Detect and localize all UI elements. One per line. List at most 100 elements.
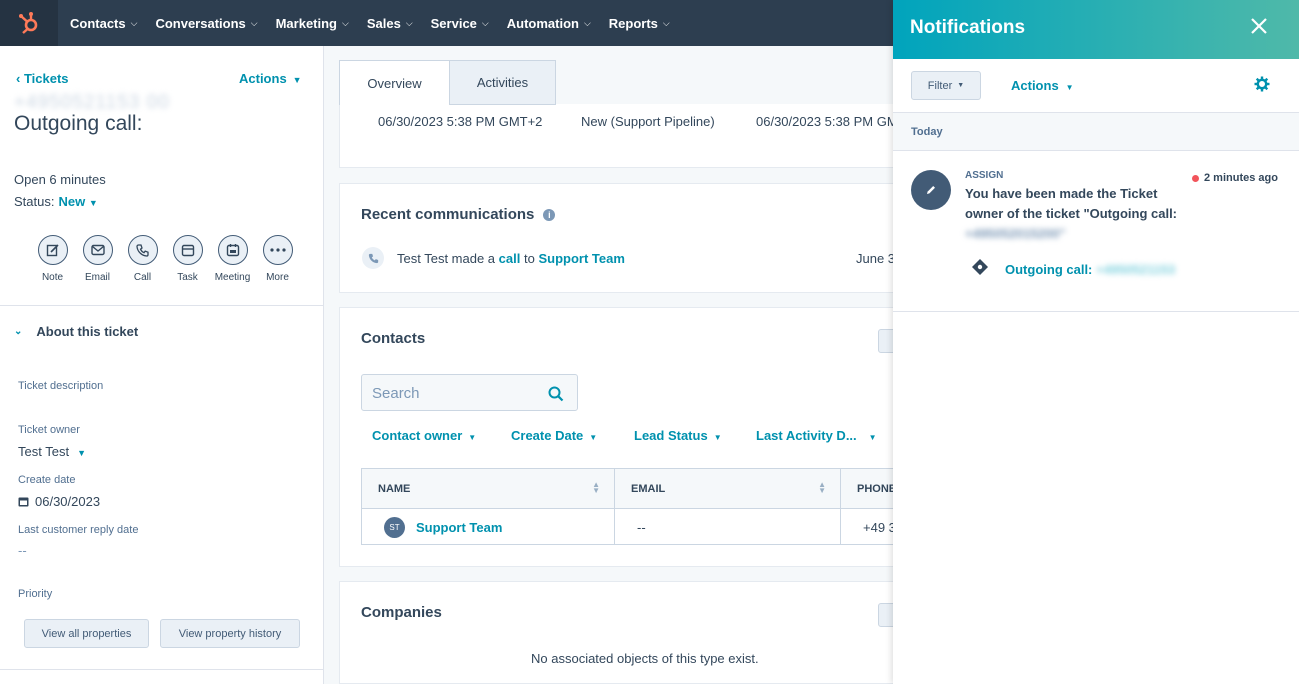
avatar: ST xyxy=(384,516,405,538)
contacts-table: NAME ▲ ▼ EMAIL ▲ ▼ PHONE ST Support Team -- … xyxy=(361,468,901,545)
support-team-link[interactable]: Support Team xyxy=(538,251,624,266)
tab-overview[interactable]: Overview xyxy=(339,60,450,105)
create-date-value: 06/30/2023 xyxy=(35,494,101,509)
nav-marketing[interactable]: Marketing ⌵ xyxy=(276,16,349,31)
filter-lead-status[interactable]: Lead Status ▼ xyxy=(634,428,722,443)
divider xyxy=(0,305,324,306)
filter-contact-owner[interactable]: Contact owner ▼ xyxy=(372,428,476,443)
caret-down-icon: ▼ xyxy=(1065,83,1074,92)
gear-icon[interactable] xyxy=(1254,76,1270,92)
notifications-actions-button[interactable]: Actions ▼ xyxy=(1011,78,1074,93)
caret-down-icon: ▼ xyxy=(957,82,965,89)
meeting-label: Meeting xyxy=(214,272,251,283)
contacts-title: Contacts xyxy=(361,330,426,347)
about-ticket-toggle[interactable]: ⌄ About this ticket xyxy=(14,324,138,339)
nav-automation[interactable]: Automation ⌵ xyxy=(507,16,591,31)
task-icon xyxy=(172,235,203,265)
caret-down-icon: ▼ xyxy=(589,433,598,442)
nav-label: Automation xyxy=(506,15,579,31)
note-icon xyxy=(37,235,68,265)
create-date-label: Create date xyxy=(18,474,76,486)
filter-create-date[interactable]: Create Date ▼ xyxy=(511,428,597,443)
time-label: 2 minutes ago xyxy=(1204,172,1278,184)
nav-contacts[interactable]: Contacts ⌵ xyxy=(70,16,137,31)
more-button[interactable]: More xyxy=(255,235,300,283)
communication-line: Test Test made a call to Support Team xyxy=(397,251,625,266)
filter-last-activity[interactable]: Last Activity D... ▼ xyxy=(756,428,877,443)
status-row: Status: New ▼ xyxy=(14,194,98,209)
notifications-title: Notifications xyxy=(910,17,1026,38)
ticket-owner-dropdown[interactable]: Test Test ▼ xyxy=(18,444,86,459)
communication-to: to xyxy=(523,251,535,266)
status-value: New xyxy=(58,194,86,209)
more-icon xyxy=(262,235,293,265)
chevron-left-icon: ‹ xyxy=(16,71,24,86)
nav-service[interactable]: Service ⌵ xyxy=(431,16,489,31)
recent-communications-title: Recent communications xyxy=(361,206,535,223)
tab-activities[interactable]: Activities xyxy=(450,60,556,105)
nav-reports[interactable]: Reports ⌵ xyxy=(609,16,670,31)
contact-name-link[interactable]: Support Team xyxy=(416,520,502,535)
ticket-owner-value: Test Test xyxy=(18,444,70,459)
nav-label: Conversations xyxy=(155,15,246,31)
view-all-properties-button[interactable]: View all properties xyxy=(24,619,149,648)
divider xyxy=(893,311,1299,312)
notifications-section-header: Today xyxy=(893,112,1299,151)
chevron-down-icon: ⌵ xyxy=(481,17,489,28)
search-icon[interactable] xyxy=(548,386,564,402)
create-date-field[interactable]: 06/30/2023 xyxy=(18,494,100,509)
call-link[interactable]: call xyxy=(499,251,521,266)
summary-pipeline-status: New (Support Pipeline) xyxy=(581,114,715,129)
message-text: You have been made the Ticket owner of t… xyxy=(965,186,1178,221)
summary-modified-date: 06/30/2023 5:38 PM GM xyxy=(756,114,898,129)
ticket-description-label[interactable]: Ticket description xyxy=(18,380,103,392)
summary-card: 06/30/2023 5:38 PM GMT+2 New (Support Pi… xyxy=(339,104,899,168)
task-button[interactable]: Task xyxy=(165,235,210,283)
note-button[interactable]: Note xyxy=(30,235,75,283)
contacts-search-input[interactable]: Search xyxy=(361,374,578,411)
info-icon[interactable]: i xyxy=(543,208,556,221)
caret-down-icon: ▼ xyxy=(88,198,98,208)
ticket-title: Outgoing call: xyxy=(14,112,143,135)
record-tabs: Overview Activities xyxy=(339,60,556,105)
filter-label: Create Date xyxy=(511,428,584,443)
more-label: More xyxy=(266,272,289,283)
nav-label: Service xyxy=(430,15,477,31)
ticket-actions-button[interactable]: Actions ▼ xyxy=(239,71,302,86)
filter-label: Filter xyxy=(927,79,953,92)
status-dropdown[interactable]: New ▼ xyxy=(58,194,97,209)
caret-down-icon: ▼ xyxy=(468,433,477,442)
nav-sales[interactable]: Sales ⌵ xyxy=(367,16,413,31)
notifications-filter-button[interactable]: Filter ▼ xyxy=(911,71,981,100)
divider xyxy=(0,669,324,670)
priority-label: Priority xyxy=(18,588,53,600)
notification-message[interactable]: You have been made the Ticket owner of t… xyxy=(965,184,1195,244)
notifications-header: Notifications xyxy=(893,0,1299,59)
close-icon[interactable] xyxy=(1249,16,1269,36)
back-to-tickets-link[interactable]: ‹ Tickets xyxy=(16,71,69,86)
column-header-phone[interactable]: PHONE xyxy=(841,469,901,509)
nav-conversations[interactable]: Conversations ⌵ xyxy=(155,16,257,31)
section-label: Today xyxy=(911,126,943,138)
nav-label: Contacts xyxy=(70,15,126,31)
last-reply-label: Last customer reply date xyxy=(18,524,139,536)
email-icon xyxy=(82,235,113,265)
notification-ticket-link[interactable]: Outgoing call: +4950521153 xyxy=(1005,262,1175,277)
hubspot-logo[interactable] xyxy=(0,0,58,46)
nav-label: Reports xyxy=(608,15,658,31)
email-button[interactable]: Email xyxy=(75,235,120,283)
ticket-icon xyxy=(972,259,988,275)
call-button[interactable]: Call xyxy=(120,235,165,283)
meeting-button[interactable]: Meeting xyxy=(210,235,255,283)
column-header-email[interactable]: EMAIL ▲ ▼ xyxy=(615,469,841,509)
filter-label: Lead Status xyxy=(634,428,708,443)
ticket-owner-label: Ticket owner xyxy=(18,424,80,436)
email-label: Email xyxy=(84,272,110,283)
chevron-down-icon: ⌵ xyxy=(405,17,413,28)
column-header-name[interactable]: NAME ▲ ▼ xyxy=(362,469,615,509)
view-property-history-button[interactable]: View property history xyxy=(160,619,300,648)
table-row: ST Support Team xyxy=(362,509,615,545)
sort-icon: ▲ ▼ xyxy=(818,480,826,495)
search-placeholder: Search xyxy=(372,385,420,402)
recent-communications-header: Recent communications i xyxy=(361,206,556,223)
